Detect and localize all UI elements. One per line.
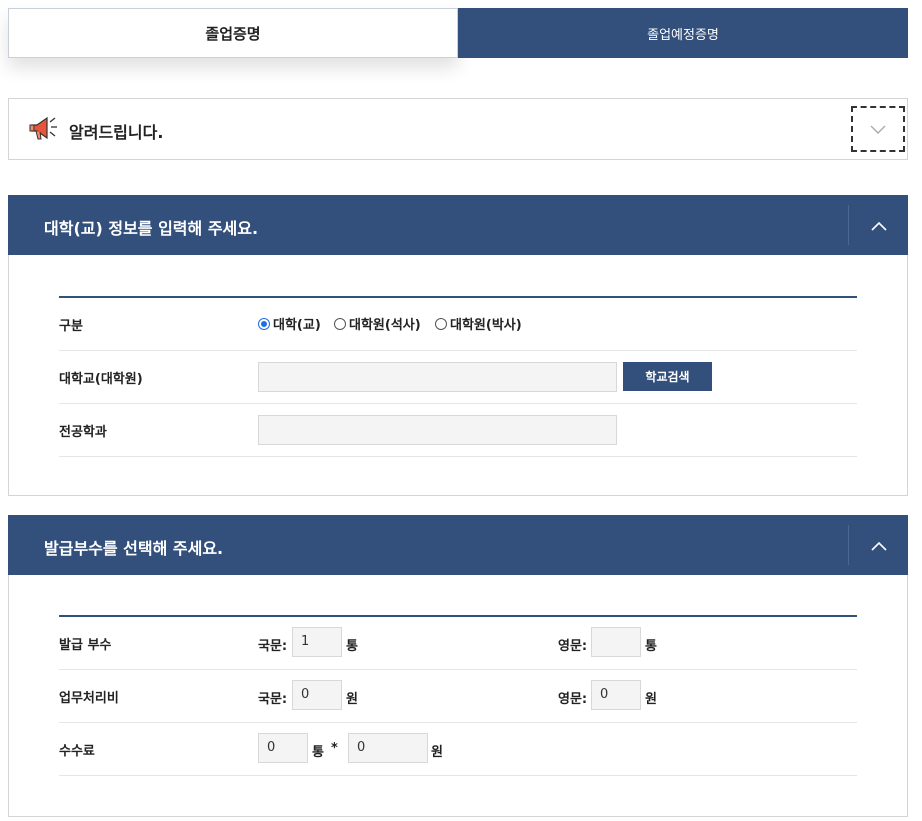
commission-times: * — [331, 741, 338, 756]
form-row-copies: 발급 부수 국문: 1 통 영문: 통 — [59, 617, 857, 670]
english-copies-label: 영문: — [558, 639, 588, 654]
radio-graduate-doctor[interactable]: 대학원(박사) — [435, 314, 522, 333]
radio-dot-selected[interactable] — [258, 317, 270, 330]
radio-dot[interactable] — [435, 317, 447, 330]
commission-count-unit: 통 — [312, 745, 324, 760]
notice-title: 알려드립니다. — [69, 123, 164, 142]
copies-label: 발급 부수 — [59, 638, 112, 653]
korean-fee-unit: 원 — [346, 692, 358, 707]
notice-panel: 알려드립니다. — [8, 98, 908, 160]
header-divider — [848, 525, 849, 565]
copies-title: 발급부수를 선택해 주세요. — [44, 539, 224, 558]
form-row-major: 전공학과 — [59, 404, 857, 457]
korean-copies-label: 국문: — [258, 639, 288, 654]
type-label: 구분 — [59, 319, 83, 334]
korean-copies-unit: 통 — [346, 639, 358, 654]
radio-university-label: 대학(교) — [273, 318, 321, 333]
tab-graduation-certificate[interactable]: 졸업증명 — [8, 8, 458, 58]
form-row-fee: 업무처리비 국문: 0 원 영문: 0 원 — [59, 670, 857, 723]
school-info-section: 대학(교) 정보를 입력해 주세요. 구분 대학(교) 대학원(석사) 대학원(… — [8, 195, 908, 496]
school-info-title: 대학(교) 정보를 입력해 주세요. — [44, 219, 259, 238]
school-input[interactable] — [258, 362, 617, 392]
english-fee-label: 영문: — [558, 692, 588, 707]
certificate-tabs: 졸업증명 졸업예정증명 — [8, 8, 908, 58]
fee-label: 업무처리비 — [59, 691, 119, 706]
chevron-up-icon — [871, 216, 887, 235]
megaphone-icon — [29, 115, 61, 143]
radio-graduate-doctor-label: 대학원(박사) — [450, 318, 522, 333]
tab-expected-graduation-certificate[interactable]: 졸업예정증명 — [458, 8, 908, 58]
school-search-button[interactable]: 학교검색 — [623, 362, 712, 391]
school-info-form: 구분 대학(교) 대학원(석사) 대학원(박사) 대학교(대학원) 학교검색 전… — [59, 296, 857, 457]
commission-amount-input: 0 — [348, 733, 428, 763]
chevron-down-icon — [870, 120, 886, 139]
form-row-commission: 수수료 0 통 * 0 원 — [59, 723, 857, 776]
radio-university[interactable]: 대학(교) — [258, 314, 321, 333]
english-fee-input: 0 — [591, 680, 641, 710]
radio-dot[interactable] — [334, 317, 346, 330]
english-copies-unit: 통 — [645, 639, 657, 654]
major-input[interactable] — [258, 415, 617, 445]
radio-graduate-master-label: 대학원(석사) — [349, 318, 421, 333]
form-row-school: 대학교(대학원) 학교검색 — [59, 351, 857, 404]
korean-fee-input: 0 — [292, 680, 342, 710]
header-divider — [848, 205, 849, 245]
school-info-header: 대학(교) 정보를 입력해 주세요. — [8, 195, 908, 255]
english-copies-input[interactable] — [591, 627, 641, 657]
major-label: 전공학과 — [59, 425, 107, 440]
korean-copies-input[interactable]: 1 — [292, 627, 342, 657]
copies-header: 발급부수를 선택해 주세요. — [8, 515, 908, 575]
school-label: 대학교(대학원) — [59, 372, 143, 387]
commission-count-input: 0 — [258, 733, 308, 763]
copies-collapse-button[interactable] — [858, 525, 900, 565]
commission-amount-unit: 원 — [431, 745, 443, 760]
copies-section: 발급부수를 선택해 주세요. 발급 부수 국문: 1 통 영문: 통 업무처리비… — [8, 515, 908, 817]
school-info-collapse-button[interactable] — [858, 205, 900, 245]
chevron-up-icon — [871, 536, 887, 555]
form-row-type: 구분 대학(교) 대학원(석사) 대학원(박사) — [59, 298, 857, 351]
radio-graduate-master[interactable]: 대학원(석사) — [334, 314, 421, 333]
english-fee-unit: 원 — [645, 692, 657, 707]
notice-toggle-button[interactable] — [851, 106, 905, 152]
commission-label: 수수료 — [59, 744, 95, 759]
copies-form: 발급 부수 국문: 1 통 영문: 통 업무처리비 국문: 0 원 영문: 0 … — [59, 615, 857, 776]
korean-fee-label: 국문: — [258, 692, 288, 707]
